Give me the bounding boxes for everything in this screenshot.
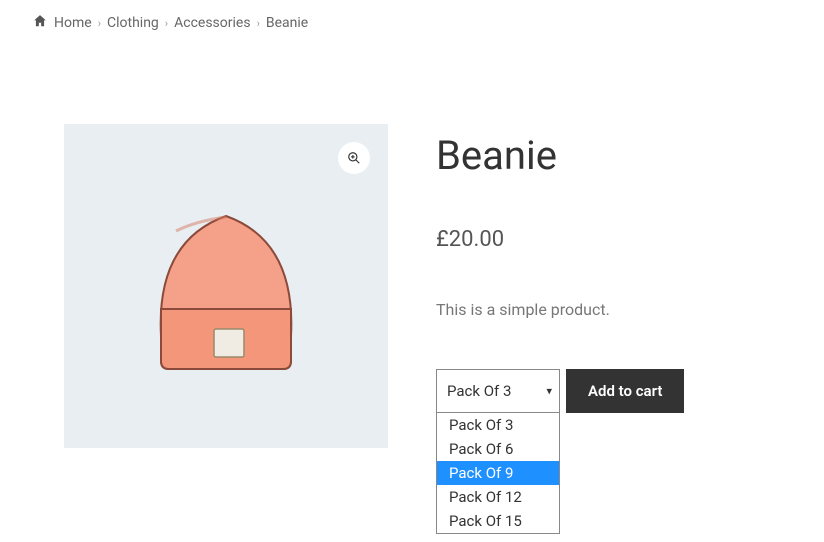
zoom-icon[interactable]: [338, 142, 370, 174]
chevron-right-icon: ›: [98, 17, 101, 30]
cart-form: Pack Of 3 ▾ Pack Of 3 Pack Of 6 Pack Of …: [436, 369, 760, 413]
product-details: Beanie £20.00 This is a simple product. …: [436, 124, 760, 448]
pack-option[interactable]: Pack Of 6: [437, 437, 559, 461]
product-image[interactable]: [64, 124, 388, 448]
breadcrumb-clothing[interactable]: Clothing: [107, 15, 159, 31]
breadcrumb-home[interactable]: Home: [54, 15, 92, 31]
product-title: Beanie: [436, 132, 760, 179]
add-to-cart-button[interactable]: Add to cart: [566, 369, 684, 413]
pack-option[interactable]: Pack Of 9: [437, 461, 559, 485]
product-description: This is a simple product.: [436, 300, 760, 319]
product-illustration: [136, 191, 316, 381]
home-icon: [32, 14, 48, 32]
pack-dropdown: Pack Of 3 Pack Of 6 Pack Of 9 Pack Of 12…: [436, 413, 560, 534]
breadcrumb: Home › Clothing › Accessories › Beanie: [0, 0, 824, 46]
pack-select-wrapper: Pack Of 3 ▾ Pack Of 3 Pack Of 6 Pack Of …: [436, 369, 560, 413]
chevron-right-icon: ›: [257, 17, 260, 30]
pack-option[interactable]: Pack Of 3: [437, 413, 559, 437]
pack-option[interactable]: Pack Of 12: [437, 485, 559, 509]
product-price: £20.00: [436, 227, 760, 252]
breadcrumb-current: Beanie: [266, 15, 308, 31]
pack-select[interactable]: Pack Of 3: [436, 369, 560, 413]
breadcrumb-accessories[interactable]: Accessories: [174, 15, 250, 31]
pack-option[interactable]: Pack Of 15: [437, 509, 559, 533]
chevron-right-icon: ›: [165, 17, 168, 30]
product-container: Beanie £20.00 This is a simple product. …: [0, 46, 824, 448]
